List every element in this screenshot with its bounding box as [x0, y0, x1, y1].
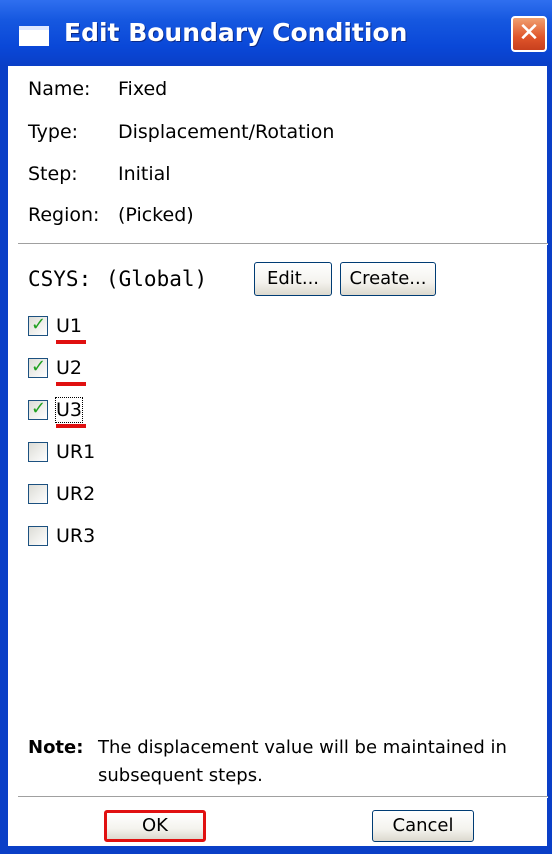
dof-u2-label: U2 — [56, 357, 82, 379]
step-label: Step: — [28, 163, 78, 185]
red-underline-mark — [56, 382, 86, 386]
window-icon — [19, 26, 49, 46]
check-icon: ✓ — [31, 314, 47, 335]
region-value: (Picked) — [118, 204, 194, 226]
separator — [18, 796, 548, 798]
csys-create-button[interactable]: Create... — [340, 262, 436, 296]
dof-ur2-label: UR2 — [56, 483, 96, 505]
dialog-body: Name: Fixed Type: Displacement/Rotation … — [8, 66, 548, 846]
csys-edit-button[interactable]: Edit... — [254, 262, 332, 296]
name-value: Fixed — [118, 78, 168, 100]
dof-ur3-label: UR3 — [56, 525, 96, 547]
type-value: Displacement/Rotation — [118, 121, 335, 143]
dof-u1-label: U1 — [56, 315, 82, 337]
separator — [18, 243, 548, 245]
cancel-button[interactable]: Cancel — [372, 810, 474, 842]
edit-boundary-condition-dialog: Edit Boundary Condition ✕ Name: Fixed Ty… — [0, 0, 552, 854]
red-underline-mark — [56, 340, 86, 344]
csys-value: (Global) — [106, 267, 208, 291]
checkbox-box[interactable] — [28, 526, 48, 546]
title-bar[interactable]: Edit Boundary Condition ✕ — [0, 0, 552, 66]
note-label: Note: — [28, 737, 84, 758]
red-underline-mark — [56, 424, 86, 428]
note-text: The displacement value will be maintaine… — [98, 737, 507, 786]
checkbox-box[interactable] — [28, 442, 48, 462]
name-label: Name: — [28, 78, 91, 100]
dof-ur1-label: UR1 — [56, 441, 96, 463]
check-icon: ✓ — [31, 356, 47, 377]
ok-button[interactable]: OK — [104, 810, 206, 842]
checkbox-box[interactable]: ✓ — [28, 314, 48, 336]
checkbox-box[interactable]: ✓ — [28, 356, 48, 378]
type-label: Type: — [28, 121, 79, 143]
checkbox-box[interactable] — [28, 484, 48, 504]
step-value: Initial — [118, 163, 171, 185]
region-label: Region: — [28, 204, 100, 226]
dof-u3-label: U3 — [55, 397, 83, 423]
csys-label: CSYS: — [28, 267, 92, 291]
dialog-title: Edit Boundary Condition — [64, 18, 408, 47]
close-button[interactable]: ✕ — [511, 16, 547, 52]
checkbox-box[interactable]: ✓ — [28, 398, 48, 420]
check-icon: ✓ — [31, 398, 47, 419]
